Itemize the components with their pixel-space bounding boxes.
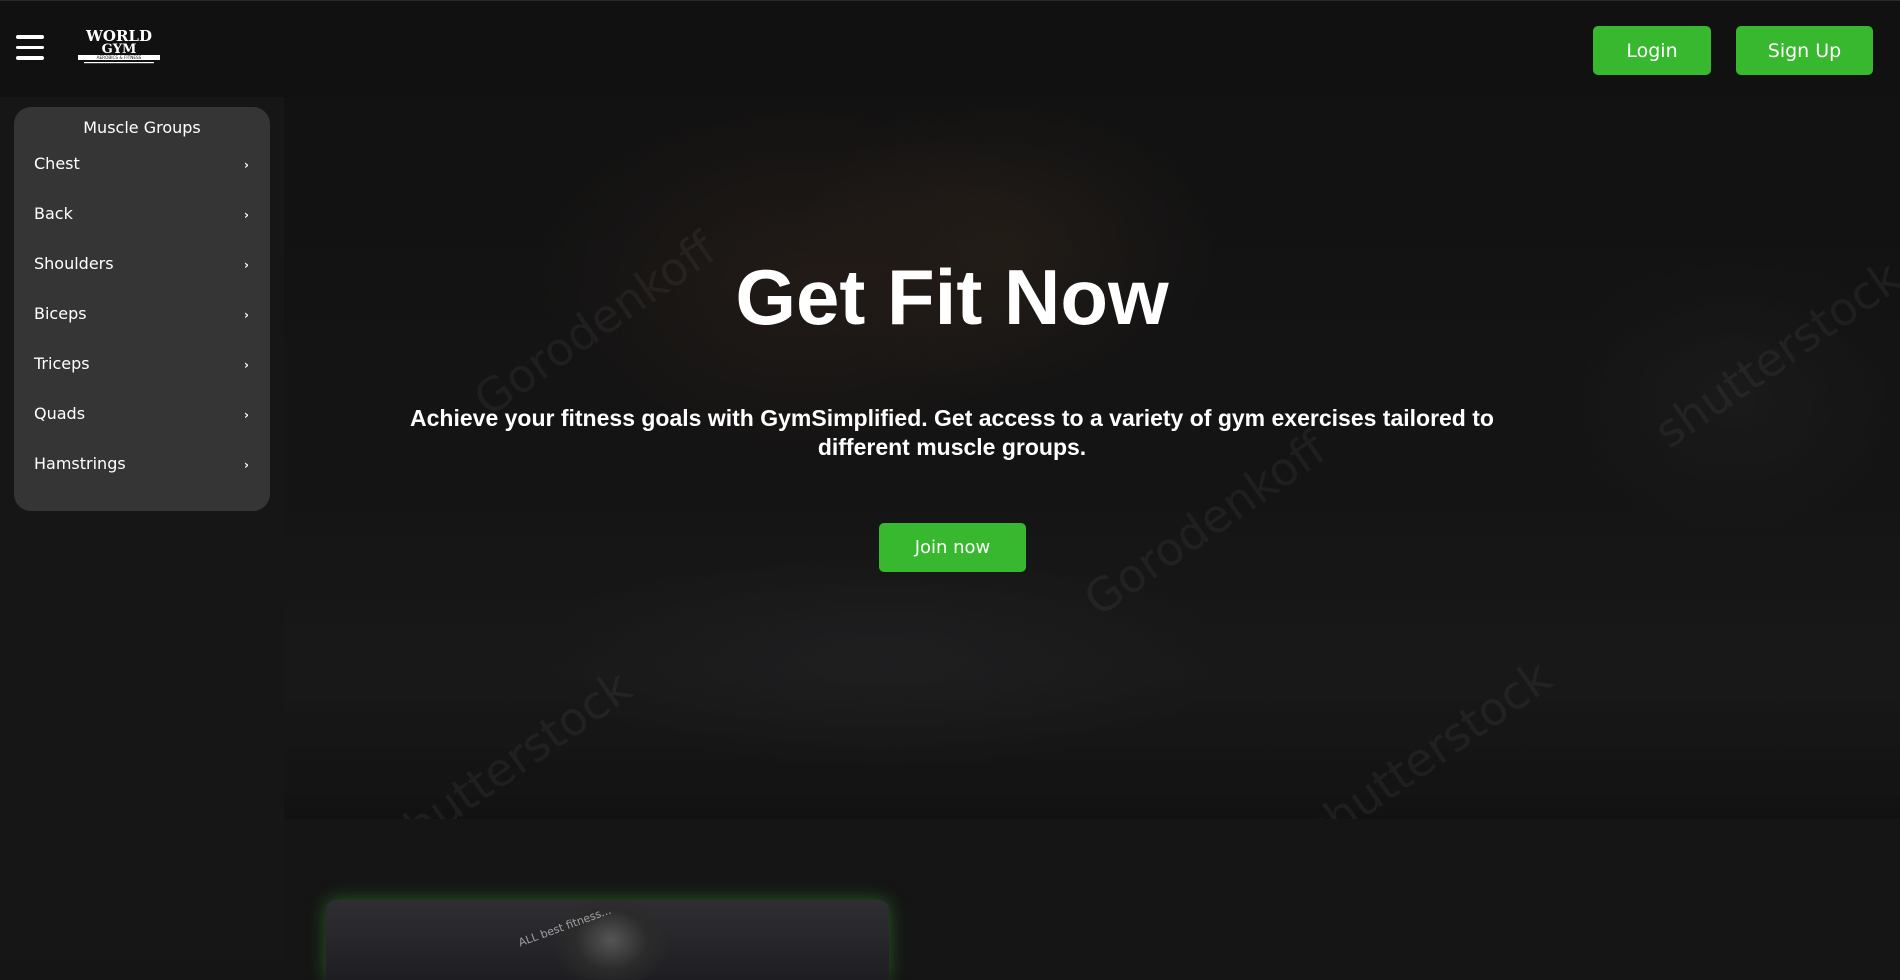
chevron-right-icon: › [244, 258, 249, 272]
chevron-right-icon: › [244, 158, 249, 172]
chevron-right-icon: › [244, 458, 249, 472]
muscle-groups-menu: Muscle Groups Chest › Back › Shoulders ›… [14, 107, 270, 511]
sidebar-item-quads[interactable]: Quads › [14, 394, 270, 438]
sidebar-title: Muscle Groups [83, 118, 201, 137]
sidebar-item-biceps[interactable]: Biceps › [14, 294, 270, 338]
content-section: ALL best fitness... [284, 819, 1900, 980]
sidebar-item-label: Triceps [34, 354, 90, 373]
sidebar-item-label: Shoulders [34, 254, 114, 273]
chevron-right-icon: › [244, 358, 249, 372]
sidebar-item-label: Chest [34, 154, 80, 173]
exercise-card-image[interactable]: ALL best fitness... [326, 900, 889, 980]
svg-text:AEROBICS & FITNESS: AEROBICS & FITNESS [97, 55, 142, 60]
top-navbar: WORLD GYM AEROBICS & FITNESS Login Sign … [0, 0, 1900, 97]
hero-subtitle: Achieve your fitness goals with GymSimpl… [410, 405, 1494, 460]
chevron-right-icon: › [244, 408, 249, 422]
sidebar-item-back[interactable]: Back › [14, 194, 270, 238]
sidebar-item-triceps[interactable]: Triceps › [14, 344, 270, 388]
sidebar-item-chest[interactable]: Chest › [14, 144, 270, 188]
chevron-right-icon: › [244, 308, 249, 322]
hamburger-menu-icon[interactable] [16, 35, 44, 60]
card-watermark: ALL best fitness... [516, 903, 613, 950]
signup-button[interactable]: Sign Up [1736, 26, 1873, 75]
sidebar-item-label: Hamstrings [34, 454, 126, 473]
sidebar-item-label: Back [34, 204, 73, 223]
sidebar-item-label: Quads [34, 404, 86, 423]
sidebar-item-label: Biceps [34, 304, 87, 323]
sidebar-item-hamstrings[interactable]: Hamstrings › [14, 444, 270, 488]
join-now-button[interactable]: Join now [879, 523, 1026, 572]
login-button[interactable]: Login [1593, 26, 1711, 75]
world-gym-logo[interactable]: WORLD GYM AEROBICS & FITNESS [74, 27, 164, 65]
chevron-right-icon: › [244, 208, 249, 222]
hero-section: Gorodenkoff Gorodenkoff shutterstock shu… [284, 97, 1900, 819]
sidebar-item-shoulders[interactable]: Shoulders › [14, 244, 270, 288]
hero-title: Get Fit Now [735, 253, 1169, 341]
